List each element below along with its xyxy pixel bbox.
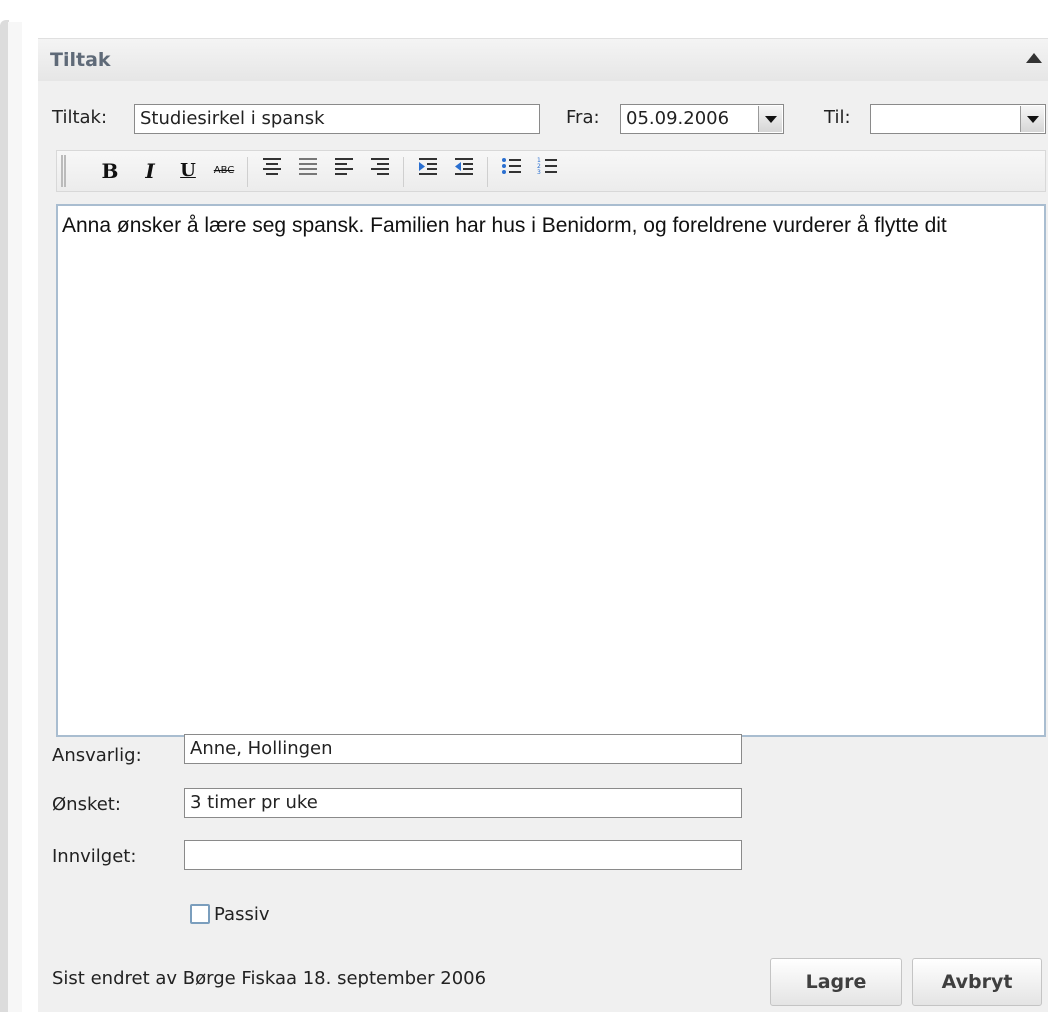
passiv-checkbox[interactable]: [190, 904, 210, 924]
underline-button[interactable]: U: [173, 155, 203, 187]
toolbar-separator: [403, 157, 404, 187]
rich-text-editor[interactable]: Anna ønsker å lære seg spansk. Familien …: [56, 204, 1046, 737]
align-center-icon: [263, 158, 281, 175]
bold-button[interactable]: B: [95, 155, 125, 187]
toolbar-separator: [247, 157, 248, 187]
til-dropdown-arrow-icon[interactable]: [1020, 106, 1044, 132]
fra-label: Fra:: [566, 107, 600, 128]
passiv-label: Passiv: [214, 904, 270, 925]
til-date-select[interactable]: [870, 104, 1046, 134]
italic-button[interactable]: I: [135, 155, 165, 187]
numbered-list-button[interactable]: 123: [533, 155, 563, 187]
align-justify-icon: [299, 158, 317, 175]
tiltak-panel: Tiltak Tiltak: Studiesirkel i spansk Fra…: [38, 38, 1048, 1012]
outdent-button[interactable]: [449, 155, 479, 187]
fra-dropdown-arrow-icon[interactable]: [758, 106, 782, 132]
fra-date-value: 05.09.2006: [626, 108, 730, 129]
numbered-list-icon: 123: [537, 157, 557, 176]
editor-toolbar: B I U ABC 123: [56, 150, 1046, 192]
justify-full-button[interactable]: [293, 155, 323, 187]
tiltak-label: Tiltak:: [52, 107, 108, 128]
toolbar-grip-icon[interactable]: [61, 155, 66, 187]
fra-date-select[interactable]: 05.09.2006: [620, 104, 784, 134]
collapse-up-icon[interactable]: [1026, 53, 1042, 63]
svg-text:3: 3: [537, 169, 541, 176]
align-right-button[interactable]: [365, 155, 395, 187]
innvilget-input[interactable]: [184, 840, 742, 870]
toolbar-separator: [487, 157, 488, 187]
bullet-list-button[interactable]: [497, 155, 527, 187]
bullet-list-icon: [502, 158, 521, 174]
strikethrough-button[interactable]: ABC: [209, 155, 239, 187]
last-changed-text: Sist endret av Børge Fiskaa 18. septembe…: [52, 968, 487, 989]
ansvarlig-input[interactable]: Anne, Hollingen: [184, 734, 742, 764]
indent-icon: [419, 158, 437, 175]
onsket-label: Ønsket:: [52, 794, 121, 815]
align-right-icon: [371, 158, 389, 175]
indent-button[interactable]: [413, 155, 443, 187]
window-left-edge-inner: [8, 22, 22, 1012]
tiltak-input[interactable]: Studiesirkel i spansk: [134, 104, 540, 134]
outdent-icon: [455, 158, 473, 175]
ansvarlig-label: Ansvarlig:: [52, 745, 142, 766]
onsket-input[interactable]: 3 timer pr uke: [184, 788, 742, 818]
innvilget-label: Innvilget:: [52, 846, 137, 867]
panel-header[interactable]: Tiltak: [38, 38, 1048, 81]
align-left-icon: [335, 158, 353, 175]
panel-title: Tiltak: [50, 49, 111, 71]
cancel-button[interactable]: Avbryt: [912, 958, 1042, 1006]
justify-center-button[interactable]: [257, 155, 287, 187]
save-button[interactable]: Lagre: [770, 958, 902, 1006]
align-left-button[interactable]: [329, 155, 359, 187]
til-label: Til:: [824, 107, 851, 128]
